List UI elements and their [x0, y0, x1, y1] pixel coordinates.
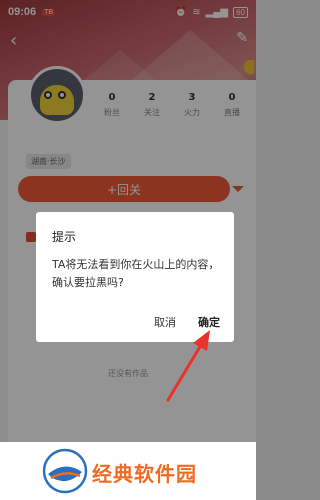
- watermark-text: 经典软件园: [92, 462, 197, 486]
- cancel-button[interactable]: 取消: [154, 314, 176, 330]
- watermark-logo-icon: [42, 448, 88, 494]
- block-confirm-dialog: 提示 TA将无法看到你在火山上的内容，确认要拉黑吗? 取消 确定: [36, 212, 234, 342]
- confirm-button[interactable]: 确定: [198, 314, 220, 330]
- dialog-title: 提示: [52, 230, 77, 244]
- dialog-message: TA将无法看到你在火山上的内容，确认要拉黑吗?: [52, 258, 220, 289]
